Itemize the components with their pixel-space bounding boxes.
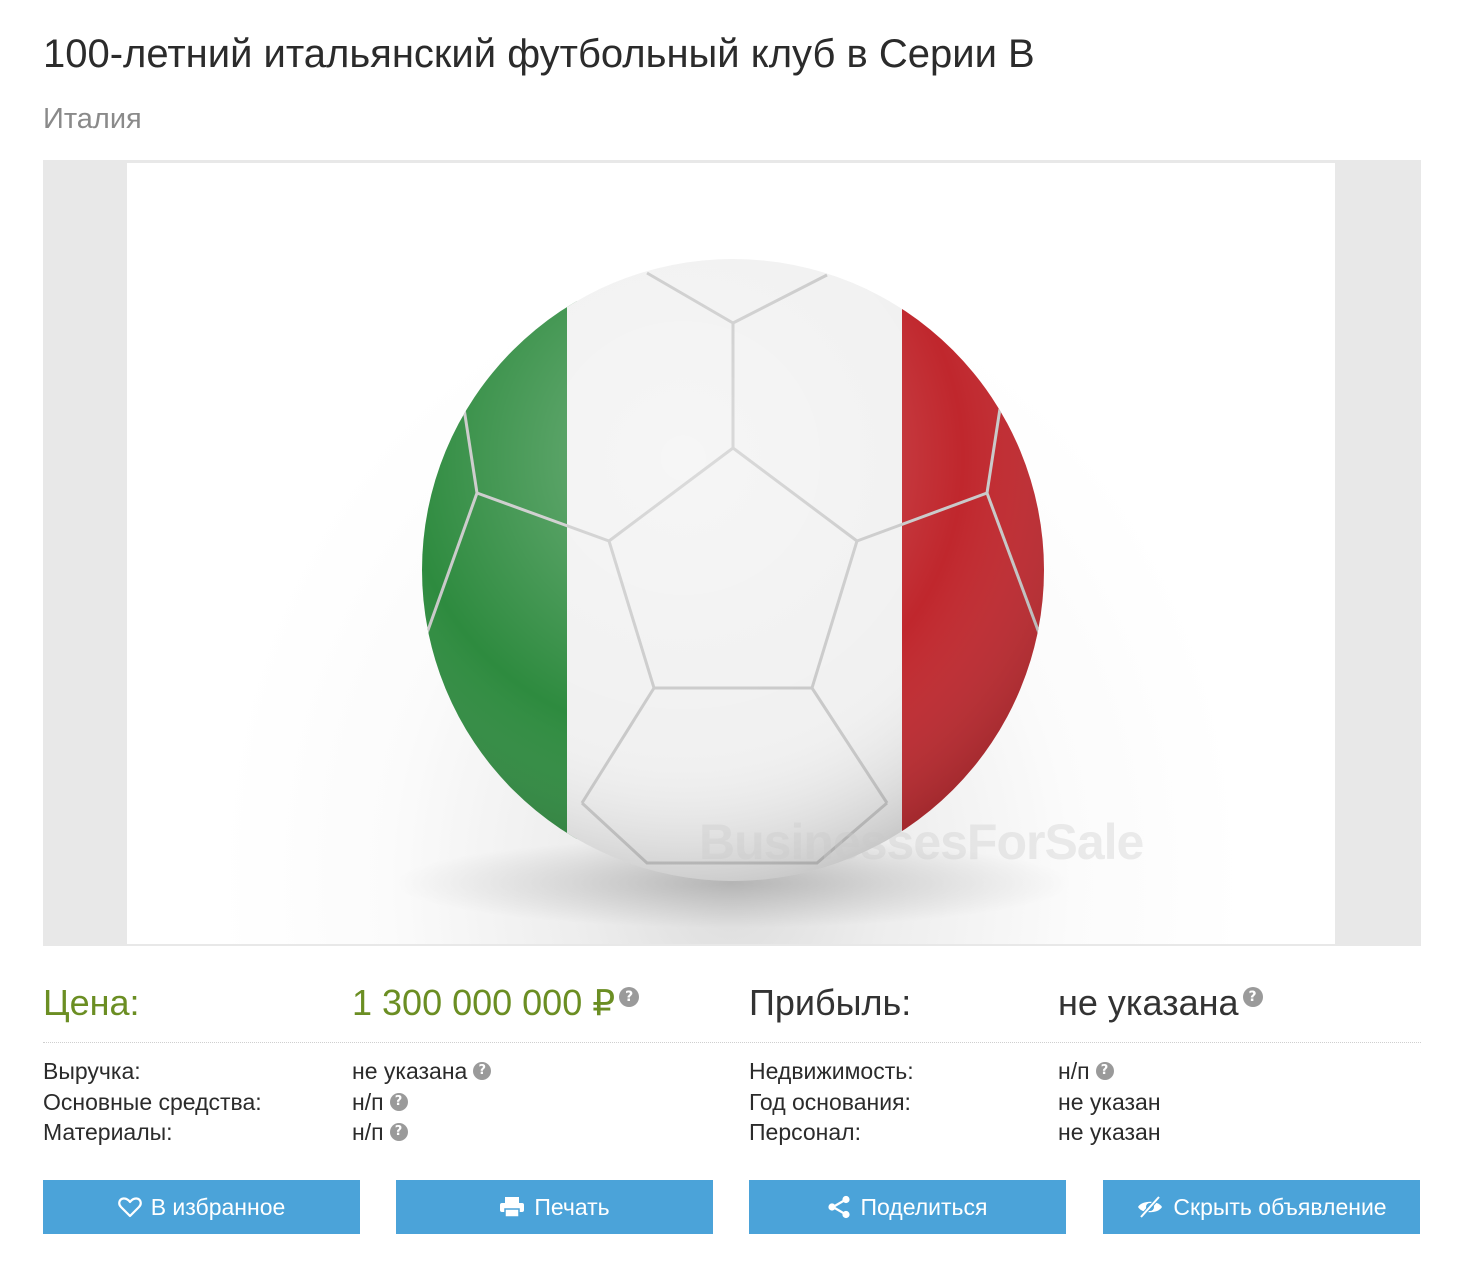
real-estate-value: н/п xyxy=(1058,1058,1090,1084)
share-button[interactable]: Поделиться xyxy=(749,1180,1066,1234)
print-button[interactable]: Печать xyxy=(396,1180,713,1234)
listing-title: 100-летний итальянский футбольный клуб в… xyxy=(43,32,1035,76)
hide-listing-button[interactable]: Скрыть объявление xyxy=(1103,1180,1420,1234)
real-estate-label: Недвижимость: xyxy=(749,1058,914,1084)
listing-photo[interactable]: BusinessesForSale xyxy=(127,163,1335,944)
fixed-assets-value: н/п xyxy=(352,1089,384,1115)
eye-slash-icon xyxy=(1138,1196,1163,1218)
revenue-label: Выручка: xyxy=(43,1058,141,1084)
profit-value: не указана xyxy=(1058,982,1239,1023)
real-estate-value-wrap: н/п? xyxy=(1058,1056,1114,1086)
key-stats: Цена: 1 300 000 000 ₽? Прибыль: не указа… xyxy=(43,980,1421,1043)
printer-icon xyxy=(500,1197,525,1218)
question-icon[interactable]: ? xyxy=(389,1122,408,1141)
print-label: Печать xyxy=(534,1194,610,1220)
share-label: Поделиться xyxy=(860,1194,988,1220)
price-value-wrap: 1 300 000 000 ₽? xyxy=(352,980,640,1026)
price-label: Цена: xyxy=(43,982,140,1023)
question-icon[interactable]: ? xyxy=(1095,1061,1114,1080)
photo-watermark: BusinessesForSale xyxy=(699,814,1144,870)
question-icon[interactable]: ? xyxy=(389,1092,408,1111)
fixed-assets-label: Основные средства: xyxy=(43,1089,262,1115)
question-icon[interactable]: ? xyxy=(619,987,640,1008)
share-icon xyxy=(828,1195,851,1219)
add-to-favorites-button[interactable]: В избранное xyxy=(43,1180,360,1234)
photo-gallery[interactable]: BusinessesForSale xyxy=(43,160,1421,946)
materials-value-wrap: н/п? xyxy=(352,1117,408,1147)
staff-value: не указан xyxy=(1058,1119,1161,1145)
materials-value: н/п xyxy=(352,1119,384,1145)
question-icon[interactable]: ? xyxy=(1242,987,1263,1008)
heart-icon xyxy=(117,1197,142,1218)
profit-label: Прибыль: xyxy=(749,982,912,1023)
listing-location: Италия xyxy=(43,103,142,135)
hide-listing-label: Скрыть объявление xyxy=(1173,1194,1387,1220)
favorites-label: В избранное xyxy=(150,1194,286,1220)
price-value: 1 300 000 000 ₽ xyxy=(352,982,616,1023)
revenue-value-wrap: не указана? xyxy=(352,1056,492,1086)
revenue-value: не указана xyxy=(352,1058,468,1084)
profit-value-wrap: не указана? xyxy=(1058,980,1263,1026)
fixed-assets-value-wrap: н/п? xyxy=(352,1087,408,1117)
staff-label: Персонал: xyxy=(749,1119,861,1145)
founded-year-label: Год основания: xyxy=(749,1089,911,1115)
question-icon[interactable]: ? xyxy=(473,1061,492,1080)
materials-label: Материалы: xyxy=(43,1119,173,1145)
founded-year-value: не указан xyxy=(1058,1089,1161,1115)
action-buttons: В избранное Печать Поделиться Скрыть объ… xyxy=(43,1180,1421,1234)
